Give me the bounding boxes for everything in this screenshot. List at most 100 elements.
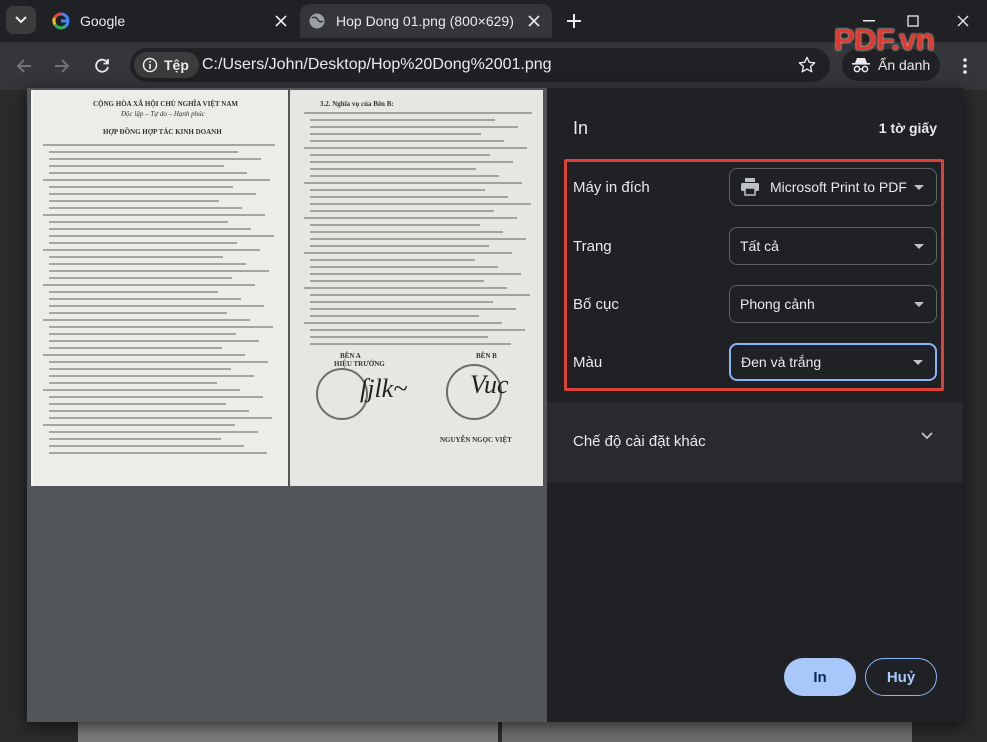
document-text-line	[310, 168, 476, 170]
forward-button[interactable]	[48, 52, 76, 80]
section-heading: 3.2. Nghĩa vụ của Bên B:	[320, 100, 394, 108]
star-icon	[798, 56, 816, 73]
document-text-line	[310, 273, 521, 275]
print-preview-page: CỘNG HÒA XÃ HỘI CHỦ NGHĨA VIỆT NAM Độc l…	[31, 90, 543, 486]
google-icon	[52, 12, 70, 30]
document-text-line	[304, 182, 522, 184]
bookmark-star-button[interactable]	[796, 54, 818, 76]
back-button[interactable]	[10, 52, 38, 80]
document-text-line	[49, 298, 241, 300]
pages-value: Tất cả	[740, 238, 779, 254]
dropdown-caret-icon	[913, 359, 923, 365]
more-settings-toggle[interactable]: Chế độ cài đặt khác	[547, 402, 963, 482]
document-text-line	[43, 424, 235, 426]
document-text-line	[49, 256, 223, 258]
document-text-line	[310, 133, 481, 135]
document-text-line	[43, 319, 250, 321]
document-text-line	[310, 315, 479, 317]
document-text-line	[49, 382, 217, 384]
layout-select[interactable]: Phong cảnh	[729, 285, 937, 323]
document-heading: CỘNG HÒA XÃ HỘI CHỦ NGHĨA VIỆT NAM	[93, 100, 239, 108]
document-text-line	[49, 431, 258, 433]
document-text-line	[43, 179, 270, 181]
cancel-button[interactable]: Huỷ	[865, 658, 937, 696]
print-settings-pane: In 1 tờ giấy Máy in đích Microsoft Print…	[547, 88, 963, 722]
browser-menu-button[interactable]	[955, 54, 975, 78]
signature-party-b: Vuc	[470, 370, 509, 399]
tab-search-button[interactable]	[6, 6, 36, 34]
destination-select[interactable]: Microsoft Print to PDF	[729, 168, 937, 206]
chevron-down-icon	[921, 432, 933, 440]
document-text-line	[43, 144, 275, 146]
document-text-line	[49, 452, 267, 454]
dropdown-caret-icon	[914, 184, 924, 190]
document-text-line	[49, 270, 269, 272]
document-text-line	[310, 210, 494, 212]
document-text-line	[49, 172, 247, 174]
incognito-label: Ẩn danh	[878, 57, 931, 73]
arrow-right-icon	[55, 59, 70, 73]
document-text-line	[49, 165, 224, 167]
document-text-line	[304, 147, 527, 149]
document-text-line	[49, 207, 242, 209]
document-text-line	[49, 417, 272, 419]
party-a-label: BÊN A	[340, 352, 361, 360]
globe-icon	[308, 12, 326, 30]
more-settings-label: Chế độ cài đặt khác	[573, 433, 706, 450]
document-text-line	[49, 438, 221, 440]
document-text-line	[310, 203, 531, 205]
document-text-line	[49, 186, 233, 188]
document-text-line	[49, 305, 264, 307]
url-text[interactable]: C:/Users/John/Desktop/Hop%20Dong%2001.pn…	[202, 56, 552, 74]
site-info-chip[interactable]: Tệp	[134, 52, 199, 78]
document-text-line	[49, 263, 246, 265]
document-text-line	[49, 228, 251, 230]
plus-icon	[567, 14, 581, 28]
document-text-line	[310, 161, 513, 163]
site-chip-label: Tệp	[164, 57, 189, 73]
party-b-signer: NGUYỄN NGỌC VIỆT	[440, 436, 512, 444]
document-text-line	[49, 361, 268, 363]
document-text-line	[49, 410, 249, 412]
document-text-line	[49, 277, 232, 279]
close-tab-icon[interactable]	[271, 11, 291, 31]
document-text-line	[49, 368, 231, 370]
tab-hop-dong[interactable]: Hop Dong 01.png (800×629)	[300, 4, 552, 38]
close-window-button[interactable]	[950, 8, 976, 34]
chevron-down-icon	[15, 16, 27, 24]
incognito-icon	[852, 58, 870, 73]
document-text-line	[49, 403, 226, 405]
color-select[interactable]: Đen và trắng	[729, 343, 937, 381]
document-text-line	[310, 259, 475, 261]
sheet-count: 1 tờ giấy	[878, 120, 937, 136]
party-a-role: HIỆU TRƯỞNG	[334, 360, 385, 368]
new-tab-button[interactable]	[562, 9, 586, 33]
document-text-line	[310, 308, 516, 310]
reload-button[interactable]	[88, 52, 116, 80]
dropdown-caret-icon	[914, 243, 924, 249]
pages-select[interactable]: Tất cả	[729, 227, 937, 265]
reload-icon	[95, 58, 109, 73]
close-icon	[957, 15, 969, 27]
document-text-line	[304, 217, 517, 219]
document-text-line	[49, 326, 273, 328]
tab-google[interactable]: Google	[44, 4, 299, 38]
document-text-line	[304, 112, 532, 114]
color-value: Đen và trắng	[741, 354, 822, 370]
document-text-line	[310, 119, 495, 121]
color-label: Màu	[573, 354, 603, 371]
document-page-left: CỘNG HÒA XÃ HỘI CHỦ NGHĨA VIỆT NAM Độc l…	[33, 90, 288, 486]
print-button[interactable]: In	[784, 658, 856, 696]
print-preview-pane: CỘNG HÒA XÃ HỘI CHỦ NGHĨA VIỆT NAM Độc l…	[27, 88, 547, 722]
close-tab-icon[interactable]	[524, 11, 544, 31]
document-text-line	[310, 238, 526, 240]
layout-value: Phong cảnh	[740, 296, 815, 312]
document-text-line	[49, 200, 219, 202]
document-text-line	[304, 252, 512, 254]
address-bar[interactable]: Tệp C:/Users/John/Desktop/Hop%20Dong%200…	[130, 48, 830, 82]
document-text-line	[49, 375, 254, 377]
document-text-line	[310, 126, 518, 128]
document-text-line	[304, 287, 507, 289]
document-text-line	[49, 347, 222, 349]
destination-value: Microsoft Print to PDF	[770, 179, 907, 195]
